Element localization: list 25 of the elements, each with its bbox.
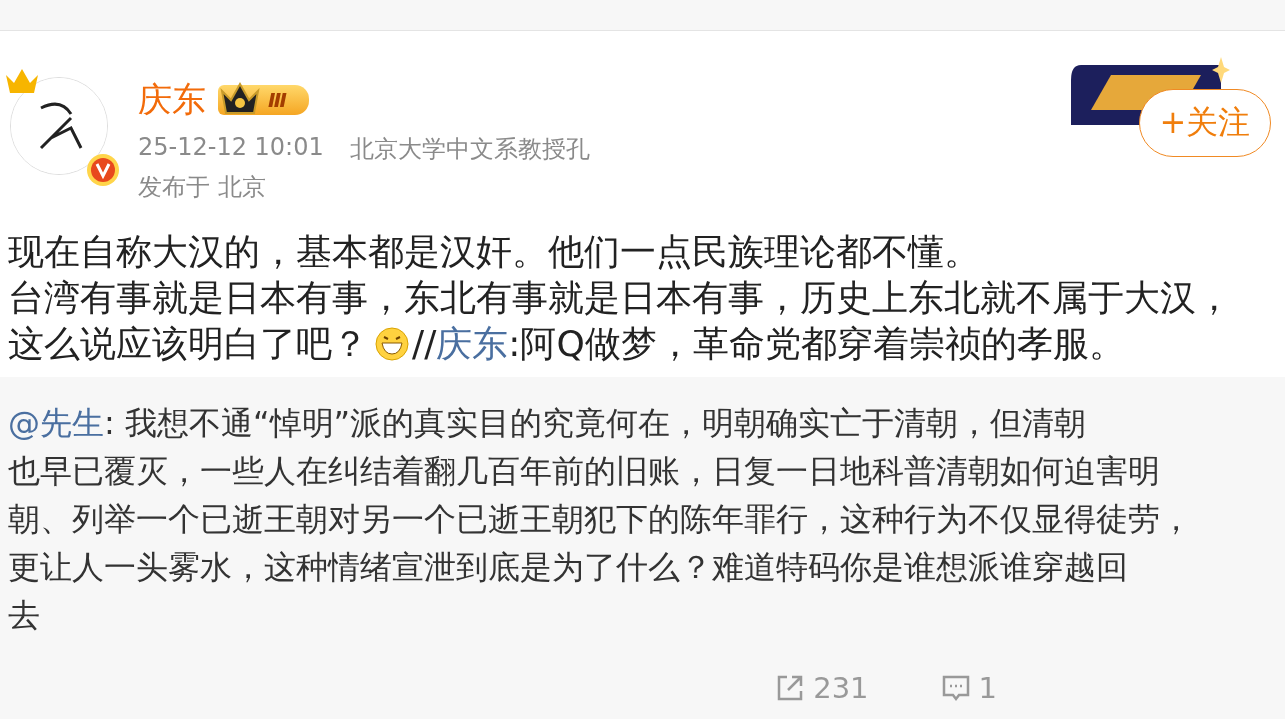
post-text: //: [412, 322, 437, 366]
author-name[interactable]: 庆东: [138, 77, 206, 123]
post-text: 台湾有事就是日本有事，东北有事就是日本有事，历史上东北就不属于大汉，: [8, 276, 1232, 320]
post-text: : 我想不通“悼明”派的真实目的究竟何在，明朝确实亡于清朝，但清朝: [104, 403, 1087, 444]
mention-link[interactable]: 先生: [40, 399, 104, 447]
follow-button[interactable]: +关注: [1139, 89, 1271, 157]
mention-link[interactable]: @: [8, 399, 40, 447]
avatar[interactable]: [10, 77, 108, 175]
member-level-badge: Ⅲ: [218, 85, 309, 115]
post-text: :阿Q做梦，革命党都穿着崇祯的孝服。: [508, 322, 1125, 366]
action-count: 1: [978, 671, 997, 705]
post-location: 发布于 北京: [138, 172, 267, 203]
post-text: 更让人一头雾水，这种情绪宣泄到底是为了什么？难道特码你是谁想派谁穿越回: [8, 547, 1128, 588]
verified-icon: [86, 153, 120, 187]
post-text: 现在自称大汉的，基本都是汉奸。他们一点民族理论都不懂。: [8, 230, 980, 274]
action-count: 231: [813, 671, 869, 705]
post-time: 25-12-12 10:01: [138, 133, 324, 163]
post-text: 朝、列举一个已逝王朝对另一个已逝王朝犯下的陈年罪行，这种行为不仅显得徒劳，: [8, 499, 1192, 540]
post-text: 这么说应该明白了吧？: [8, 322, 368, 366]
comment-icon[interactable]: [940, 673, 971, 703]
post-text: 去: [8, 595, 40, 636]
post-text: 也早已覆灭，一些人在纠结着翻几百年前的旧账，日复一日地科普清朝如何迫害明: [8, 451, 1160, 492]
mention-link[interactable]: 庆东: [436, 321, 509, 367]
grin-emoji-icon: [374, 326, 410, 362]
post-source: 北京大学中文系教授孔: [349, 134, 590, 165]
